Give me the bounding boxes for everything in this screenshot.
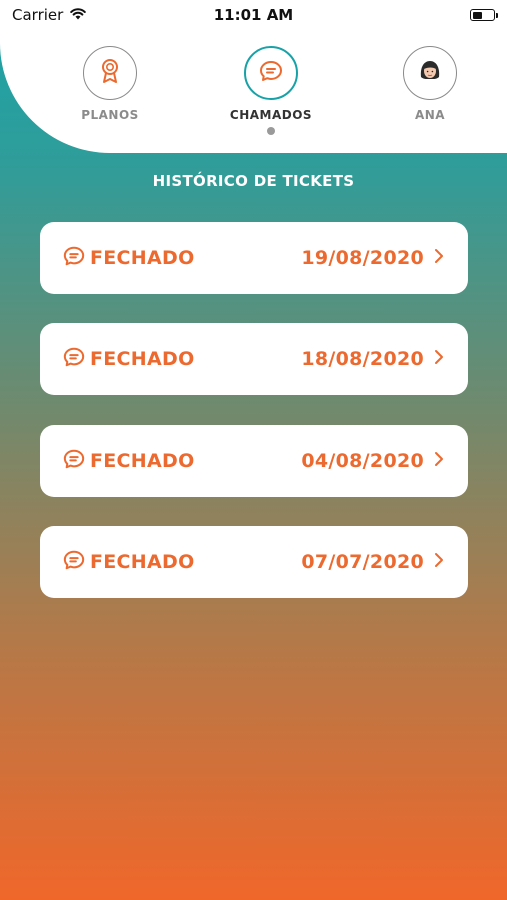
chat-bubble-icon xyxy=(62,549,86,575)
chevron-right-icon xyxy=(434,451,444,471)
chevron-right-icon xyxy=(434,248,444,268)
status-left: Carrier xyxy=(12,6,87,24)
tab-ana-circle xyxy=(403,46,457,100)
tab-chamados-circle xyxy=(244,46,298,100)
ticket-right: 18/08/2020 xyxy=(301,348,444,370)
ticket-date: 04/08/2020 xyxy=(301,450,424,472)
chat-bubble-icon xyxy=(62,245,86,271)
avatar-ana-icon xyxy=(416,57,444,89)
award-ribbon-icon xyxy=(97,57,123,89)
ticket-date: 19/08/2020 xyxy=(301,247,424,269)
carrier-label: Carrier xyxy=(12,6,64,24)
wifi-icon xyxy=(69,6,87,24)
battery-icon xyxy=(470,9,498,21)
ticket-card[interactable]: FECHADO 07/07/2020 xyxy=(40,526,468,598)
tab-planos-label: PLANOS xyxy=(81,108,139,122)
chat-bubble-icon xyxy=(62,346,86,372)
tab-ana[interactable]: ANA xyxy=(370,46,490,122)
ticket-card[interactable]: FECHADO 18/08/2020 xyxy=(40,323,468,395)
tab-chamados[interactable]: CHAMADOS xyxy=(211,46,331,135)
tab-planos-circle xyxy=(83,46,137,100)
ticket-status: FECHADO xyxy=(90,247,195,269)
ticket-right: 19/08/2020 xyxy=(301,247,444,269)
ticket-date: 18/08/2020 xyxy=(301,348,424,370)
section-title: HISTÓRICO DE TICKETS xyxy=(152,172,355,190)
top-tab-bar: PLANOS CHAMADOS ANA xyxy=(0,46,507,146)
ticket-status: FECHADO xyxy=(90,450,195,472)
ticket-card[interactable]: FECHADO 19/08/2020 xyxy=(40,222,468,294)
ticket-left: FECHADO xyxy=(62,346,195,372)
chevron-right-icon xyxy=(434,349,444,369)
tab-ana-label: ANA xyxy=(414,108,446,122)
ticket-right: 07/07/2020 xyxy=(301,551,444,573)
ticket-card[interactable]: FECHADO 04/08/2020 xyxy=(40,425,468,497)
chat-bubble-icon xyxy=(258,59,284,87)
ticket-status: FECHADO xyxy=(90,348,195,370)
chevron-right-icon xyxy=(434,552,444,572)
ticket-date: 07/07/2020 xyxy=(301,551,424,573)
active-tab-indicator xyxy=(267,127,275,135)
ticket-left: FECHADO xyxy=(62,245,195,271)
ticket-right: 04/08/2020 xyxy=(301,450,444,472)
tab-planos[interactable]: PLANOS xyxy=(50,46,170,122)
ticket-left: FECHADO xyxy=(62,448,195,474)
ticket-left: FECHADO xyxy=(62,549,195,575)
tab-chamados-label: CHAMADOS xyxy=(229,108,313,122)
status-bar: Carrier 11:01 AM xyxy=(0,0,507,30)
ticket-status: FECHADO xyxy=(90,551,195,573)
chat-bubble-icon xyxy=(62,448,86,474)
